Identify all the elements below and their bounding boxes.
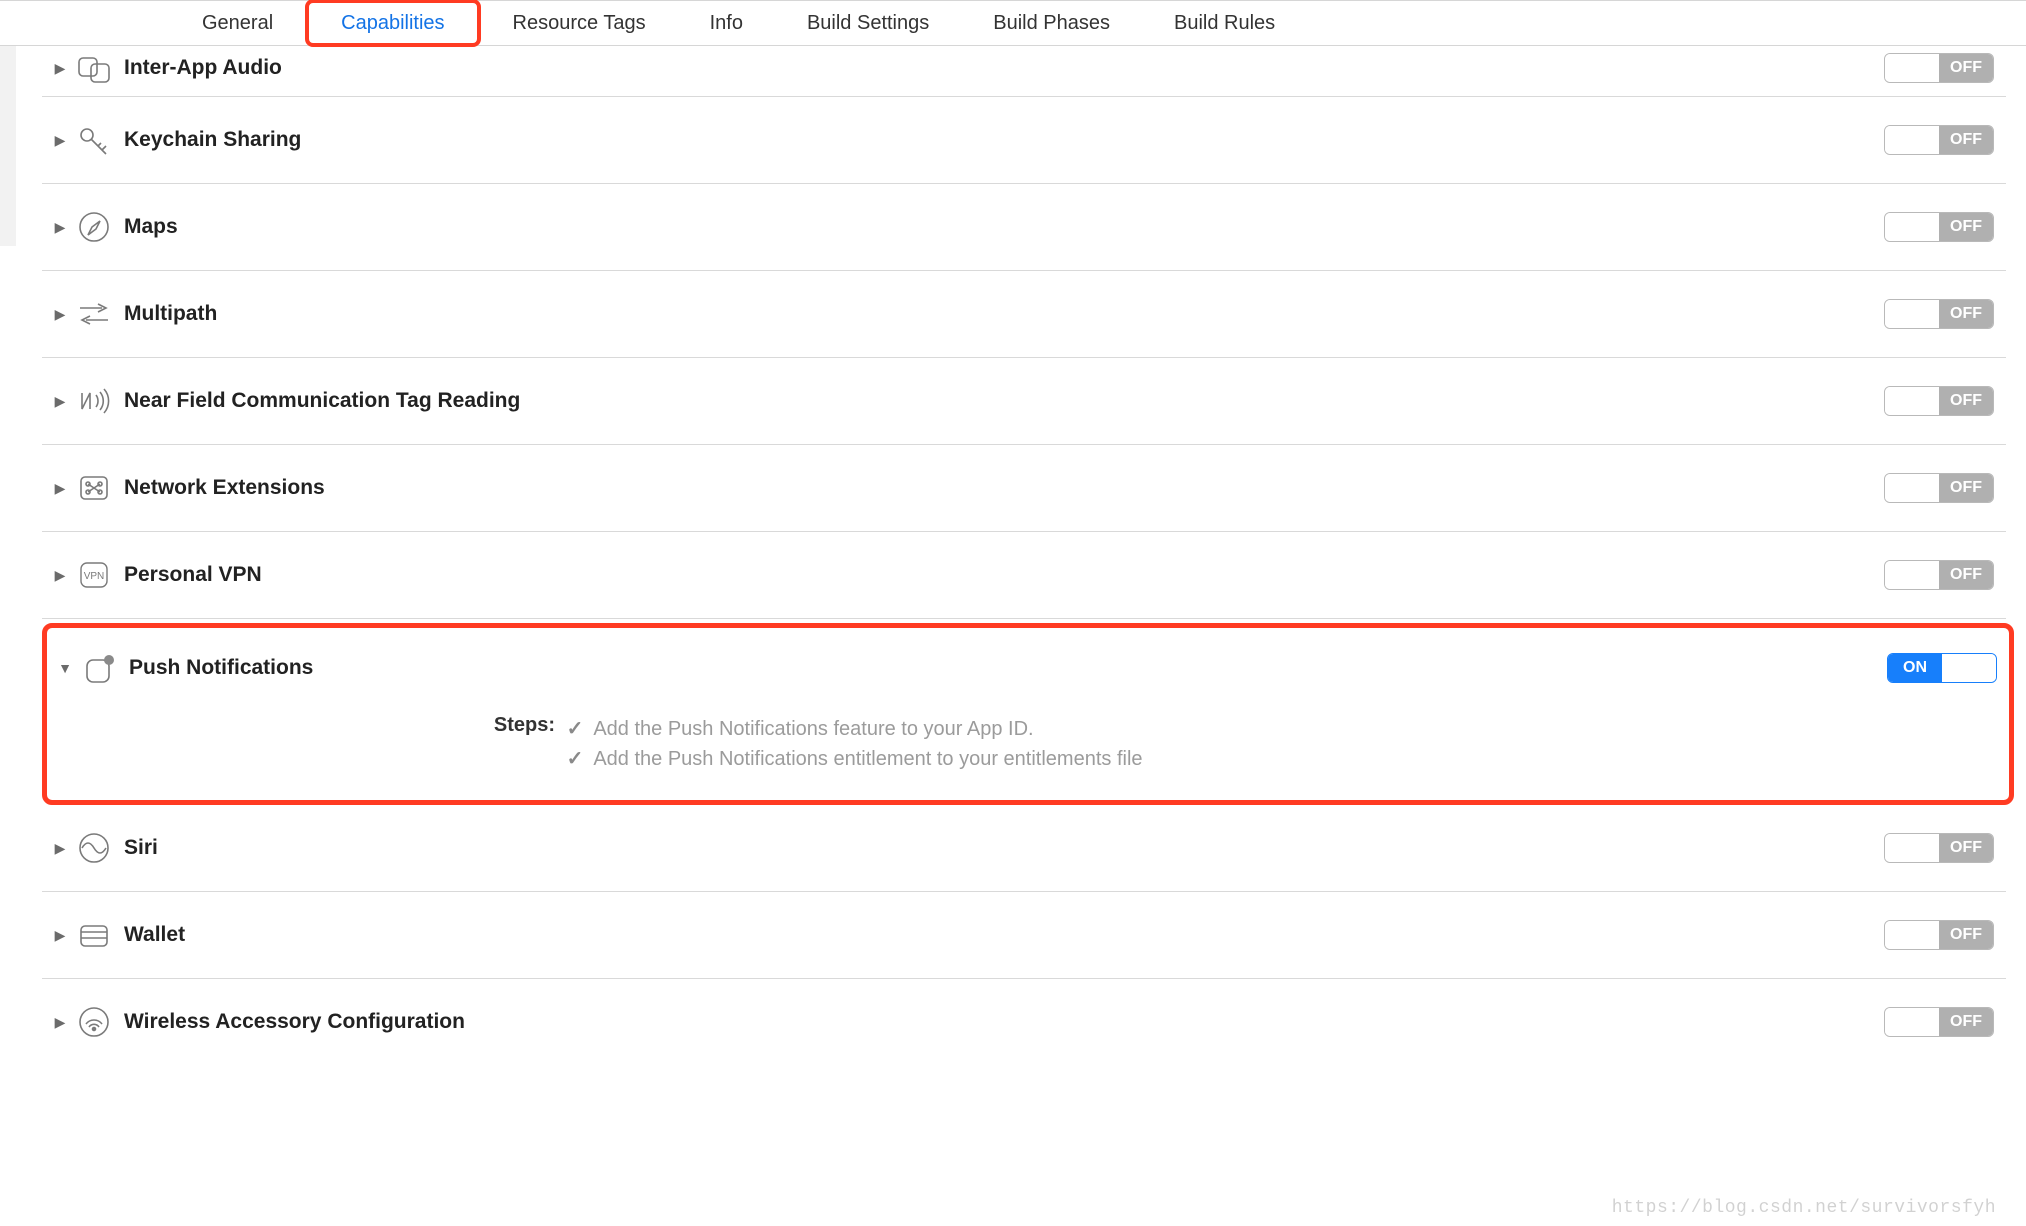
capability-row-wireless-accessory: ▶ Wireless Accessory Configuration OFF bbox=[42, 979, 2006, 1065]
compass-icon bbox=[74, 207, 114, 247]
disclosure-triangle-icon[interactable]: ▶ bbox=[50, 60, 70, 77]
disclosure-triangle-icon[interactable]: ▶ bbox=[50, 132, 70, 149]
wallet-icon bbox=[74, 915, 114, 955]
svg-text:VPN: VPN bbox=[84, 571, 105, 582]
tab-capabilities[interactable]: Capabilities bbox=[305, 0, 480, 47]
disclosure-triangle-icon[interactable]: ▶ bbox=[50, 840, 70, 857]
capability-label: Personal VPN bbox=[124, 563, 262, 587]
disclosure-triangle-icon[interactable]: ▶ bbox=[50, 480, 70, 497]
tab-build-settings[interactable]: Build Settings bbox=[775, 1, 961, 45]
capability-row-push-notifications: ▼ Push Notifications ON Steps: ✓ Add the … bbox=[42, 623, 2014, 805]
push-steps: Steps: ✓ Add the Push Notifications featu… bbox=[475, 714, 1997, 774]
disclosure-triangle-icon[interactable]: ▶ bbox=[50, 567, 70, 584]
capability-label: Multipath bbox=[124, 302, 217, 326]
nfc-icon bbox=[74, 381, 114, 421]
wireless-icon bbox=[74, 1002, 114, 1042]
checkmark-icon: ✓ bbox=[567, 718, 584, 740]
multipath-icon bbox=[74, 294, 114, 334]
capability-row-nfc: ▶ Near Field Communication Tag Reading O… bbox=[42, 358, 2006, 445]
disclosure-triangle-icon[interactable]: ▶ bbox=[50, 219, 70, 236]
toggle-inter-app-audio[interactable]: OFF bbox=[1884, 53, 1994, 83]
tab-resource-tags[interactable]: Resource Tags bbox=[481, 1, 678, 45]
capability-label: Wireless Accessory Configuration bbox=[124, 1010, 465, 1034]
toggle-keychain-sharing[interactable]: OFF bbox=[1884, 125, 1994, 155]
capability-row-inter-app-audio: ▶ Inter-App Audio OFF bbox=[42, 46, 2006, 97]
toggle-wallet[interactable]: OFF bbox=[1884, 920, 1994, 950]
tab-bar: General Capabilities Resource Tags Info … bbox=[0, 0, 2026, 46]
key-icon bbox=[74, 120, 114, 160]
capabilities-list: ▶ Inter-App Audio OFF ▶ Keychain Sha bbox=[0, 46, 2026, 1065]
disclosure-triangle-icon[interactable]: ▶ bbox=[50, 306, 70, 323]
toggle-multipath[interactable]: OFF bbox=[1884, 299, 1994, 329]
toggle-wireless-accessory[interactable]: OFF bbox=[1884, 1007, 1994, 1037]
toggle-siri[interactable]: OFF bbox=[1884, 833, 1994, 863]
capability-label: Maps bbox=[124, 215, 178, 239]
capability-label: Inter-App Audio bbox=[124, 56, 282, 80]
disclosure-triangle-open-icon[interactable]: ▼ bbox=[55, 660, 75, 676]
disclosure-triangle-icon[interactable]: ▶ bbox=[50, 393, 70, 410]
siri-icon bbox=[74, 828, 114, 868]
toggle-personal-vpn[interactable]: OFF bbox=[1884, 560, 1994, 590]
capability-row-maps: ▶ Maps OFF bbox=[42, 184, 2006, 271]
tab-general[interactable]: General bbox=[170, 1, 305, 45]
tab-info[interactable]: Info bbox=[678, 1, 775, 45]
toggle-nfc[interactable]: OFF bbox=[1884, 386, 1994, 416]
disclosure-triangle-icon[interactable]: ▶ bbox=[50, 927, 70, 944]
capability-row-multipath: ▶ Multipath OFF bbox=[42, 271, 2006, 358]
capability-row-wallet: ▶ Wallet OFF bbox=[42, 892, 2006, 979]
capability-label: Push Notifications bbox=[129, 656, 313, 680]
inter-app-audio-icon bbox=[74, 48, 114, 88]
capability-label: Near Field Communication Tag Reading bbox=[124, 389, 520, 413]
watermark: https://blog.csdn.net/survivorsfyh bbox=[1612, 1198, 1996, 1218]
tab-build-phases[interactable]: Build Phases bbox=[961, 1, 1142, 45]
vpn-icon: VPN bbox=[74, 555, 114, 595]
capability-label: Keychain Sharing bbox=[124, 128, 301, 152]
step-text: Add the Push Notifications feature to yo… bbox=[593, 718, 1033, 740]
push-notification-icon bbox=[79, 648, 119, 688]
step-text: Add the Push Notifications entitlement t… bbox=[593, 748, 1142, 770]
capability-label: Siri bbox=[124, 836, 158, 860]
capability-row-personal-vpn: ▶ VPN Personal VPN OFF bbox=[42, 532, 2006, 619]
toggle-push-notifications[interactable]: ON bbox=[1887, 653, 1997, 683]
capability-row-network-extensions: ▶ Network Extensions OFF bbox=[42, 445, 2006, 532]
checkmark-icon: ✓ bbox=[567, 748, 584, 770]
capability-label: Network Extensions bbox=[124, 476, 325, 500]
disclosure-triangle-icon[interactable]: ▶ bbox=[50, 1014, 70, 1031]
tab-build-rules[interactable]: Build Rules bbox=[1142, 1, 1307, 45]
capability-row-keychain-sharing: ▶ Keychain Sharing OFF bbox=[42, 97, 2006, 184]
toggle-network-extensions[interactable]: OFF bbox=[1884, 473, 1994, 503]
toggle-maps[interactable]: OFF bbox=[1884, 212, 1994, 242]
capability-row-siri: ▶ Siri OFF bbox=[42, 805, 2006, 892]
network-extensions-icon bbox=[74, 468, 114, 508]
steps-label: Steps: bbox=[475, 714, 555, 737]
capability-label: Wallet bbox=[124, 923, 185, 947]
left-gutter bbox=[0, 46, 16, 246]
